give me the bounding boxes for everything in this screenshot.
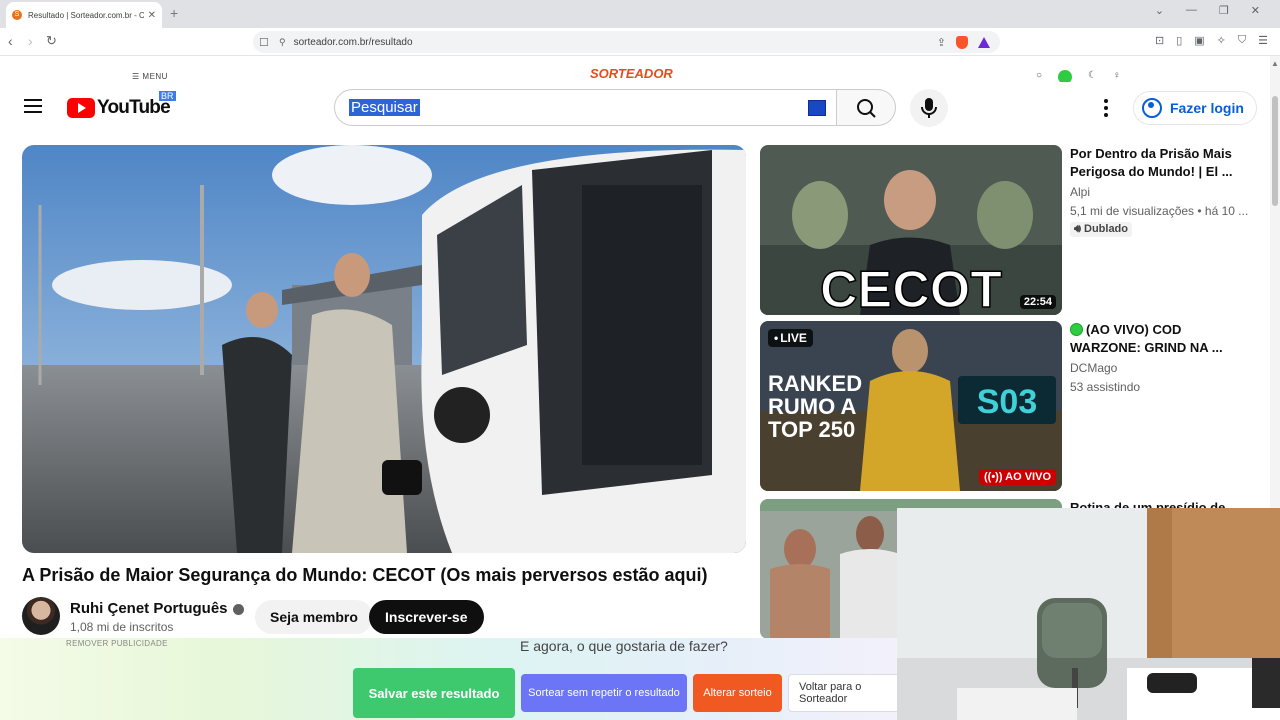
forward-icon[interactable]: › bbox=[28, 33, 33, 49]
brave-rewards-icon[interactable] bbox=[978, 36, 990, 48]
url-text[interactable]: sorteador.com.br/resultado bbox=[294, 37, 413, 48]
recommendation-title[interactable]: Por Dentro da Prisão Mais Perigosa do Mu… bbox=[1070, 145, 1250, 181]
ao-vivo-badge: ((•)) AO VIVO bbox=[979, 469, 1056, 485]
channel-name-wrap[interactable]: Ruhi Çenet Português bbox=[70, 600, 244, 617]
recommendation-item[interactable]: RANKED RUMO A TOP 250 S03 LIVE ((•)) AO … bbox=[760, 321, 1250, 493]
user-icon[interactable]: ♀ bbox=[1113, 70, 1121, 82]
sorteador-menu-button[interactable]: ☰ MENU bbox=[132, 72, 168, 81]
menu-icon[interactable]: ☰ bbox=[1258, 34, 1268, 47]
subscriber-count: 1,08 mi de inscritos bbox=[70, 620, 174, 634]
theme-icon[interactable]: ☾ bbox=[1088, 70, 1097, 82]
new-tab-button[interactable]: + bbox=[170, 5, 178, 21]
bookmark-icon[interactable]: ☐ bbox=[259, 36, 269, 49]
youtube-logo[interactable]: YouTube BR bbox=[67, 91, 176, 119]
youtube-header: YouTube BR Pesquisar Fazer login bbox=[0, 82, 1270, 134]
restore-button[interactable]: ❐ bbox=[1219, 4, 1229, 17]
verified-icon bbox=[232, 603, 244, 615]
recommendation-meta: 53 assistindo bbox=[1070, 380, 1141, 394]
recommendation-channel[interactable]: Alpi bbox=[1070, 185, 1090, 199]
channel-avatar[interactable] bbox=[22, 597, 60, 635]
thumbnail-text: CECOT bbox=[820, 261, 1002, 315]
close-window-button[interactable]: ✕ bbox=[1251, 4, 1260, 17]
save-result-button[interactable]: Salvar este resultado bbox=[353, 668, 515, 718]
hamburger-menu-icon[interactable] bbox=[24, 99, 42, 113]
search-input[interactable]: Pesquisar bbox=[334, 89, 837, 126]
youtube-play-icon bbox=[67, 98, 95, 118]
tab-title: Resultado | Sorteador.com.br - C bbox=[28, 10, 144, 20]
toolbar-extensions: ⊡ ▯ ▣ ✧ ⛉ ☰ bbox=[1155, 34, 1268, 47]
thumbnail-text-2: RUMO A bbox=[768, 394, 857, 419]
reload-icon[interactable]: ↻ bbox=[46, 33, 57, 49]
recommendation-title[interactable]: (AO VIVO) COD WARZONE: GRIND NA ... bbox=[1070, 321, 1250, 357]
channel-row: Ruhi Çenet Português 1,08 mi de inscrito… bbox=[22, 597, 746, 639]
vpn-icon[interactable]: ⛉ bbox=[1238, 34, 1246, 47]
broadcast-icon: ((•)) bbox=[984, 471, 1006, 483]
address-bar[interactable]: ☐ ⚲ sorteador.com.br/resultado ⇪ bbox=[253, 31, 1000, 53]
sorteador-logo[interactable]: SORTEADOR bbox=[590, 66, 673, 81]
scrollbar-thumb[interactable] bbox=[1272, 96, 1278, 206]
subscribe-button[interactable]: Inscrever-se bbox=[369, 600, 484, 634]
search-button[interactable] bbox=[836, 89, 896, 126]
draw-no-repeat-button[interactable]: Sortear sem repetir o resultado bbox=[521, 674, 687, 712]
whatsapp-icon[interactable] bbox=[1058, 70, 1073, 82]
back-icon[interactable]: ‹ bbox=[8, 33, 13, 49]
minimize-button[interactable]: — bbox=[1186, 4, 1197, 17]
keyboard-icon[interactable] bbox=[808, 100, 826, 116]
recommendation-thumbnail[interactable]: RANKED RUMO A TOP 250 S03 LIVE ((•)) AO … bbox=[760, 321, 1062, 491]
browser-tab-active[interactable]: S Resultado | Sorteador.com.br - C ✕ bbox=[6, 2, 162, 28]
login-label: Fazer login bbox=[1170, 100, 1244, 116]
thumbnail-image: CECOT bbox=[760, 145, 1062, 315]
join-button[interactable]: Seja membro bbox=[255, 600, 373, 634]
share-icon[interactable]: ⇪ bbox=[937, 36, 946, 49]
live-badge: LIVE bbox=[768, 329, 813, 347]
country-code: BR bbox=[159, 91, 176, 101]
video-duration: 22:54 bbox=[1019, 295, 1056, 309]
recommendation-item[interactable]: CECOT 22:54 Por Dentro da Prisão Mais Pe… bbox=[760, 145, 1250, 317]
scroll-up-icon[interactable]: ▲ bbox=[1271, 59, 1279, 68]
thumbnail-text-1: RANKED bbox=[768, 371, 862, 396]
audio-icon: 🔊︎ bbox=[1074, 223, 1084, 235]
window-controls: ⌄ — ❐ ✕ bbox=[1155, 4, 1280, 17]
action-question: E agora, o que gostaria de fazer? bbox=[520, 638, 728, 654]
search-icon[interactable]: ○ bbox=[1036, 70, 1042, 82]
video-frame bbox=[22, 145, 746, 553]
more-options-icon[interactable] bbox=[1104, 99, 1108, 117]
search-placeholder[interactable]: Pesquisar bbox=[349, 99, 420, 116]
microphone-icon bbox=[921, 98, 937, 118]
webcam-overlay bbox=[897, 508, 1280, 720]
recommendation-channel[interactable]: DCMago bbox=[1070, 361, 1117, 375]
sidebar-icon[interactable]: ▯ bbox=[1176, 34, 1182, 47]
tab-search-icon[interactable]: ⌄ bbox=[1155, 4, 1164, 17]
brave-shield-icon[interactable] bbox=[956, 35, 968, 49]
ai-icon[interactable]: ✧ bbox=[1217, 34, 1226, 47]
channel-name[interactable]: Ruhi Çenet Português bbox=[70, 600, 228, 617]
webcam-feed bbox=[897, 508, 1280, 720]
recommendation-meta: 5,1 mi de visualizações • há 10 ... bbox=[1070, 204, 1249, 218]
tab-close-icon[interactable]: ✕ bbox=[148, 10, 156, 21]
browser-toolbar: ‹ › ↻ ☐ ⚲ sorteador.com.br/resultado ⇪ ⊡… bbox=[0, 28, 1280, 56]
voice-search-button[interactable] bbox=[910, 89, 948, 127]
green-circle-icon bbox=[1070, 323, 1083, 336]
remove-ads-link[interactable]: REMOVER PUBLICIDADE bbox=[66, 639, 168, 648]
sorteador-header-icons: ○ ☾ ♀ bbox=[1036, 70, 1121, 82]
wallet-icon[interactable]: ▣ bbox=[1194, 34, 1204, 47]
sorteador-favicon-icon: S bbox=[12, 10, 22, 20]
video-player[interactable] bbox=[22, 145, 746, 553]
account-icon bbox=[1142, 98, 1162, 118]
dubbed-badge: 🔊︎ Dublado bbox=[1070, 222, 1132, 237]
video-title: A Prisão de Maior Segurança do Mundo: CE… bbox=[22, 565, 708, 585]
browser-tabbar: S Resultado | Sorteador.com.br - C ✕ + ⌄… bbox=[0, 0, 1280, 28]
back-to-sorteador-button[interactable]: Voltar para o Sorteador bbox=[788, 674, 900, 712]
login-button[interactable]: Fazer login bbox=[1133, 91, 1257, 125]
recommendation-thumbnail[interactable]: CECOT 22:54 bbox=[760, 145, 1062, 315]
thumbnail-text-3: TOP 250 bbox=[768, 417, 855, 442]
site-info-icon[interactable]: ⚲ bbox=[279, 37, 286, 48]
screenshot-icon[interactable]: ⊡ bbox=[1155, 34, 1164, 47]
sorteador-header: ☰ MENU SORTEADOR ○ ☾ ♀ bbox=[0, 56, 1270, 82]
thumbnail-text-4: S03 bbox=[977, 383, 1038, 421]
search-icon bbox=[857, 99, 876, 118]
change-draw-button[interactable]: Alterar sorteio bbox=[693, 674, 782, 712]
